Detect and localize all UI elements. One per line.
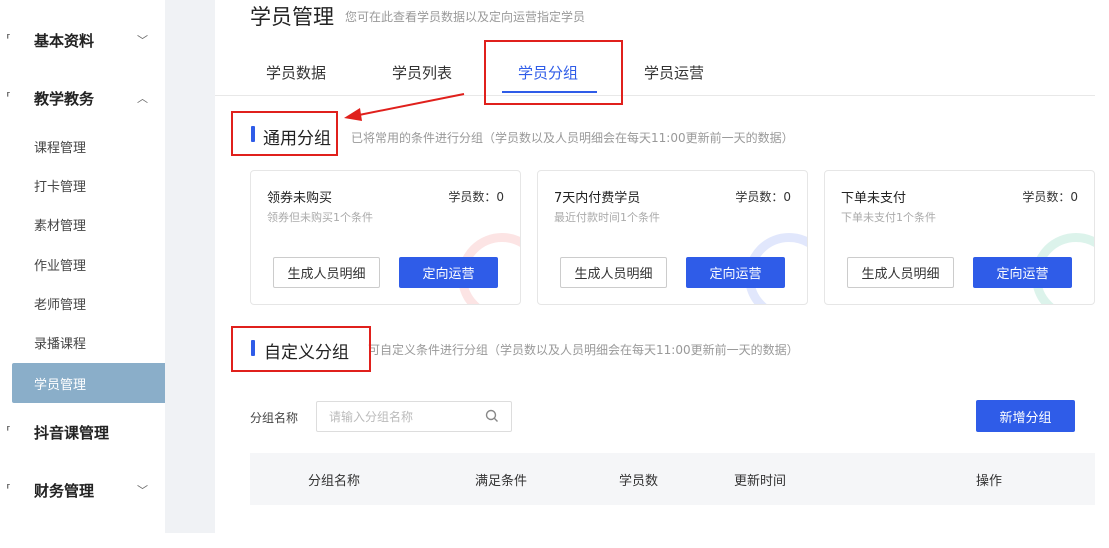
group-condition: 领券但未购买1个条件 — [267, 211, 373, 224]
page-subtitle: 您可在此查看学员数据以及定向运营指定学员 — [345, 10, 586, 24]
sidebar-item-recorded[interactable]: 录播课程 — [0, 327, 175, 357]
add-group-button[interactable]: 新增分组 — [976, 400, 1075, 432]
targeted-operation-button[interactable]: 定向运营 — [399, 257, 498, 288]
column-header-group-name: 分组名称 — [308, 474, 361, 489]
layout-gutter — [165, 0, 215, 533]
search-field — [316, 401, 512, 432]
sidebar-group-finance[interactable]: ⸢ 财务管理 ﹀ — [0, 475, 165, 505]
sidebar-item-label: 学员管理 — [34, 377, 87, 393]
bottom-strip — [0, 533, 1109, 548]
sidebar-item-material[interactable]: 素材管理 — [0, 209, 175, 239]
column-header-actions: 操作 — [976, 474, 1003, 489]
table-header: 分组名称 满足条件 学员数 更新时间 操作 — [250, 453, 1095, 505]
sidebar-group-label: 财务管理 — [34, 481, 95, 500]
targeted-operation-button[interactable]: 定向运营 — [686, 257, 785, 288]
group-condition: 最近付款时间1个条件 — [554, 211, 660, 224]
sidebar-item-label: 素材管理 — [34, 218, 87, 234]
annotation-box-tab — [484, 40, 623, 105]
sidebar-item-homework[interactable]: 作业管理 — [0, 249, 175, 279]
column-header-update-time: 更新时间 — [734, 474, 787, 489]
sidebar-group-teaching[interactable]: ⸢ 教学教务 ︿ — [0, 83, 165, 113]
sidebar-item-course[interactable]: 课程管理 — [0, 131, 175, 161]
sidebar: ⸢ 基本资料 ﹀ ⸢ 教学教务 ︿ 课程管理 打卡管理 素材管理 作业管理 老师… — [0, 0, 175, 548]
student-count: 学员数：0 — [1022, 190, 1078, 204]
menu-group-icon: ⸢ — [6, 482, 12, 498]
menu-group-icon: ⸢ — [6, 32, 12, 48]
section-desc-common: 已将常用的条件进行分组（学员数以及人员明细会在每天11:00更新前一天的数据） — [351, 131, 794, 145]
search-icon[interactable] — [485, 409, 499, 423]
tab-student-data[interactable]: 学员数据 — [266, 62, 326, 83]
annotation-box-custom — [231, 326, 371, 372]
menu-group-icon: ⸢ — [6, 424, 12, 440]
menu-group-icon: ⸢ — [6, 90, 12, 106]
sidebar-item-label: 老师管理 — [34, 297, 87, 313]
column-header-student-count: 学员数 — [619, 474, 659, 489]
filter-label: 分组名称 — [250, 411, 299, 425]
sidebar-item-label: 打卡管理 — [34, 179, 87, 195]
section-desc-custom: 可自定义条件进行分组（学员数以及人员明细会在每天11:00更新前一天的数据） — [368, 343, 799, 357]
chevron-down-icon: ﹀ — [137, 484, 148, 497]
tab-student-list[interactable]: 学员列表 — [392, 62, 452, 83]
annotation-arrow — [344, 93, 465, 121]
chevron-up-icon: ︿ — [137, 92, 148, 105]
student-count: 学员数：0 — [448, 190, 504, 204]
generate-detail-button[interactable]: 生成人员明细 — [273, 257, 380, 288]
group-card: 下单未支付 学员数：0 下单未支付1个条件 生成人员明细 定向运营 — [824, 170, 1095, 305]
main-content: 学员管理 您可在此查看学员数据以及定向运营指定学员 学员数据 学员列表 学员分组… — [215, 0, 1109, 533]
group-card: 7天内付费学员 学员数：0 最近付款时间1个条件 生成人员明细 定向运营 — [537, 170, 808, 305]
chevron-down-icon: ﹀ — [137, 34, 148, 47]
generate-detail-button[interactable]: 生成人员明细 — [847, 257, 954, 288]
sidebar-group-basic-info[interactable]: ⸢ 基本资料 ﹀ — [0, 25, 165, 55]
sidebar-item-label: 作业管理 — [34, 258, 87, 274]
sidebar-group-label: 基本资料 — [34, 31, 95, 50]
group-name: 7天内付费学员 — [554, 191, 641, 206]
sidebar-item-label: 课程管理 — [34, 140, 87, 156]
sidebar-item-label: 录播课程 — [34, 336, 87, 352]
student-count: 学员数：0 — [735, 190, 791, 204]
annotation-box-common — [231, 111, 338, 156]
group-name: 下单未支付 — [841, 191, 907, 206]
group-name-search-input[interactable] — [329, 408, 479, 426]
sidebar-item-checkin[interactable]: 打卡管理 — [0, 170, 175, 200]
sidebar-item-teacher[interactable]: 老师管理 — [0, 288, 175, 318]
page-title: 学员管理 — [250, 5, 334, 29]
column-header-condition: 满足条件 — [475, 474, 528, 489]
sidebar-group-label: 教学教务 — [34, 89, 95, 108]
group-card: 领券未购买 学员数：0 领券但未购买1个条件 生成人员明细 定向运营 — [250, 170, 521, 305]
sidebar-group-label: 抖音课管理 — [34, 423, 110, 442]
sidebar-item-student-mgmt[interactable]: 学员管理 — [12, 363, 174, 403]
targeted-operation-button[interactable]: 定向运营 — [973, 257, 1072, 288]
group-name: 领券未购买 — [267, 191, 333, 206]
group-condition: 下单未支付1个条件 — [841, 211, 936, 224]
sidebar-group-douyin[interactable]: ⸢ 抖音课管理 — [0, 417, 165, 447]
generate-detail-button[interactable]: 生成人员明细 — [560, 257, 667, 288]
tab-student-operation[interactable]: 学员运营 — [644, 62, 704, 83]
